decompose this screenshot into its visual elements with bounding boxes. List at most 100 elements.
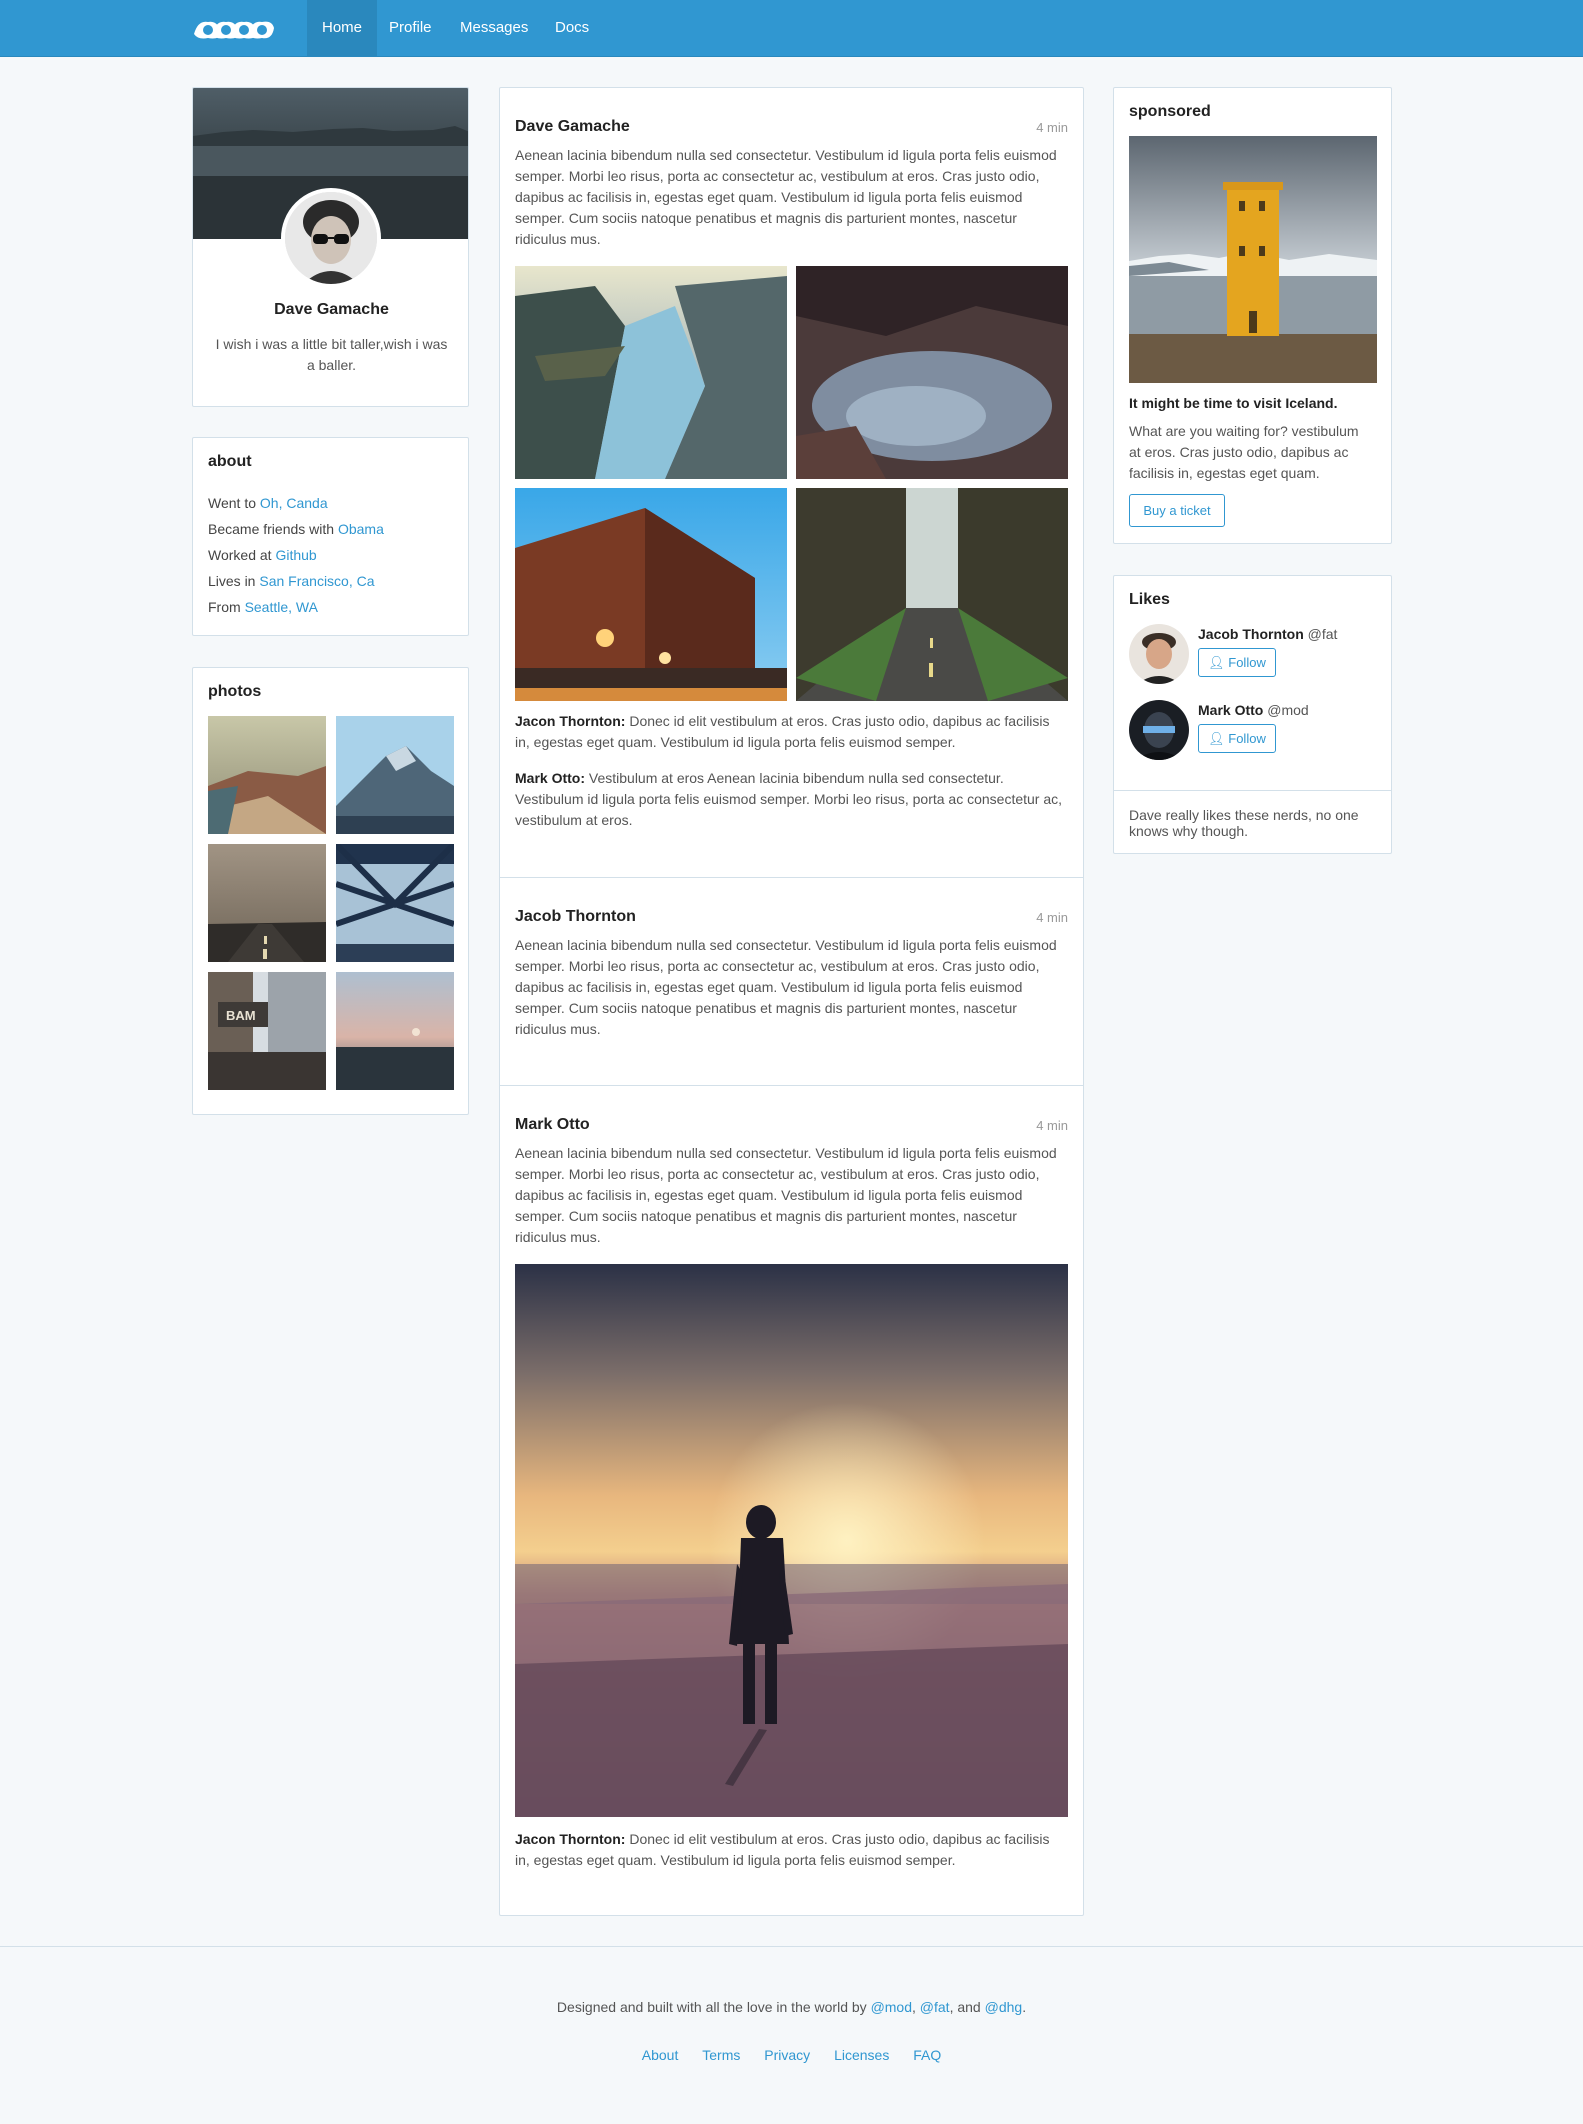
profile-avatar[interactable] xyxy=(281,188,381,288)
post-author[interactable]: Mark Otto xyxy=(515,1116,590,1134)
footer-links: About Terms Privacy Licenses FAQ xyxy=(0,2047,1583,2063)
post-image[interactable] xyxy=(796,488,1068,701)
comment-author[interactable]: Mark Otto: xyxy=(515,770,585,786)
nav-profile[interactable]: Profile xyxy=(374,0,447,56)
footer-handle-link[interactable]: @dhg xyxy=(985,1999,1023,2015)
bootstrap-logo-icon[interactable] xyxy=(192,14,276,42)
avatar[interactable] xyxy=(1129,624,1189,684)
comment-author[interactable]: Jacon Thornton: xyxy=(515,1831,625,1847)
feed-post: Dave Gamache 4 min Aenean lacinia bibend… xyxy=(500,88,1083,878)
user-icon: 👤︎ xyxy=(1208,731,1229,746)
like-name: Mark Otto @mod xyxy=(1198,702,1309,718)
post-time: 4 min xyxy=(1036,910,1068,925)
profile-name[interactable]: Dave Gamache xyxy=(193,301,468,319)
ad-text: What are you waiting for? vestibulum at … xyxy=(1129,423,1359,481)
photo-thumbnail[interactable] xyxy=(336,972,454,1090)
about-item-link[interactable]: Obama xyxy=(338,521,384,537)
photo-thumbnail[interactable] xyxy=(208,716,326,834)
post-body: Aenean lacinia bibendum nulla sed consec… xyxy=(515,937,1057,1037)
follow-button[interactable]: 👤︎ Follow xyxy=(1198,724,1276,753)
post-image[interactable] xyxy=(515,1264,1068,1817)
profile-bio: I wish i was a little bit taller,wish i … xyxy=(215,336,448,373)
photos-panel: photos BAM xyxy=(192,667,469,1115)
post-comment: Mark Otto: Vestibulum at eros Aenean lac… xyxy=(515,768,1068,831)
footer-credits: Designed and built with all the love in … xyxy=(0,1999,1583,2015)
footer-link-licenses[interactable]: Licenses xyxy=(834,2047,889,2063)
about-item: Became friends with Obama xyxy=(208,516,384,542)
post-header: Jacob Thornton 4 min xyxy=(515,908,1068,928)
about-item-text: Lives in xyxy=(208,573,260,589)
buy-ticket-button[interactable]: Buy a ticket xyxy=(1129,494,1225,527)
like-item: Mark Otto @mod 👤︎ Follow xyxy=(1129,700,1379,760)
footer-link-terms[interactable]: Terms xyxy=(702,2047,740,2063)
sponsored-panel: sponsored It might be time to visit Icel… xyxy=(1113,87,1392,544)
feed-post: Jacob Thornton 4 min Aenean lacinia bibe… xyxy=(500,878,1083,1086)
feed-post: Mark Otto 4 min Aenean lacinia bibendum … xyxy=(500,1086,1083,1915)
footer-link-faq[interactable]: FAQ xyxy=(913,2047,941,2063)
post-time: 4 min xyxy=(1036,120,1068,135)
like-person-name[interactable]: Jacob Thornton xyxy=(1198,626,1304,642)
post-time: 4 min xyxy=(1036,1118,1068,1133)
post-image[interactable] xyxy=(796,266,1068,479)
about-title: about xyxy=(208,453,252,470)
sponsored-title: sponsored xyxy=(1129,103,1211,120)
likes-title: Likes xyxy=(1129,591,1170,608)
like-item: Jacob Thornton @fat 👤︎ Follow xyxy=(1129,624,1379,684)
like-person-handle: @mod xyxy=(1263,702,1309,718)
about-item-link[interactable]: San Francisco, Ca xyxy=(259,573,374,589)
comment-text: Vestibulum at eros Aenean lacinia bibend… xyxy=(515,770,1063,828)
page-footer: Designed and built with all the love in … xyxy=(0,1946,1583,2124)
about-item: Worked at Github xyxy=(208,542,384,568)
top-navbar: Home Profile Messages Docs xyxy=(0,0,1583,57)
post-image[interactable] xyxy=(515,266,787,479)
likes-panel: Likes Jacob Thornton @fat 👤︎ Follow Mark… xyxy=(1113,575,1392,854)
avatar[interactable] xyxy=(1129,700,1189,760)
post-author[interactable]: Jacob Thornton xyxy=(515,908,636,926)
photo-thumbnail[interactable] xyxy=(336,716,454,834)
like-name: Jacob Thornton @fat xyxy=(1198,626,1337,642)
post-body: Aenean lacinia bibendum nulla sed consec… xyxy=(515,147,1057,247)
about-list: Went to Oh, Canda Became friends with Ob… xyxy=(208,490,384,620)
about-item-text: Worked at xyxy=(208,547,276,563)
like-person-handle: @fat xyxy=(1303,626,1338,642)
svg-text:BAM: BAM xyxy=(226,1008,256,1023)
footer-credits-text: Designed and built with all the love in … xyxy=(556,1999,871,2015)
photo-thumbnail[interactable] xyxy=(336,844,454,962)
post-author[interactable]: Dave Gamache xyxy=(515,118,630,136)
user-icon: 👤︎ xyxy=(1208,655,1229,670)
footer-handle-link[interactable]: @mod xyxy=(871,1999,912,2015)
about-panel: about Went to Oh, Canda Became friends w… xyxy=(192,437,469,636)
footer-separator: , xyxy=(912,1999,920,2015)
follow-button-label: Follow xyxy=(1228,731,1266,746)
ad-headline: It might be time to visit Iceland. xyxy=(1129,395,1338,411)
nav-messages[interactable]: Messages xyxy=(445,0,543,56)
post-header: Mark Otto 4 min xyxy=(515,1116,1068,1136)
photo-grid: BAM xyxy=(208,716,454,1090)
about-item-text: Became friends with xyxy=(208,521,338,537)
photos-title: photos xyxy=(208,683,262,700)
photo-thumbnail[interactable] xyxy=(208,844,326,962)
footer-link-privacy[interactable]: Privacy xyxy=(764,2047,810,2063)
footer-link-about[interactable]: About xyxy=(642,2047,679,2063)
post-body: Aenean lacinia bibendum nulla sed consec… xyxy=(515,1145,1057,1245)
post-image[interactable] xyxy=(515,488,787,701)
about-item-link[interactable]: Seattle, WA xyxy=(245,599,318,615)
footer-handle-link[interactable]: @fat xyxy=(920,1999,950,2015)
about-item-link[interactable]: Oh, Canda xyxy=(260,495,328,511)
photo-thumbnail[interactable]: BAM xyxy=(208,972,326,1090)
comment-author[interactable]: Jacon Thornton: xyxy=(515,713,625,729)
follow-button[interactable]: 👤︎ Follow xyxy=(1198,648,1276,677)
about-item: Went to Oh, Canda xyxy=(208,490,384,516)
profile-card: Dave Gamache I wish i was a little bit t… xyxy=(192,87,469,407)
post-comment: Jacon Thornton: Donec id elit vestibulum… xyxy=(515,1829,1068,1871)
follow-button-label: Follow xyxy=(1228,655,1266,670)
about-item-link[interactable]: Github xyxy=(275,547,316,563)
feed-panel: Dave Gamache 4 min Aenean lacinia bibend… xyxy=(499,87,1084,1916)
ad-image[interactable] xyxy=(1129,136,1377,383)
footer-separator: , and xyxy=(949,1999,985,2015)
footer-separator: . xyxy=(1022,1999,1027,2015)
about-item: From Seattle, WA xyxy=(208,594,384,620)
nav-docs[interactable]: Docs xyxy=(540,0,604,56)
like-person-name[interactable]: Mark Otto xyxy=(1198,702,1263,718)
nav-home[interactable]: Home xyxy=(307,0,378,56)
